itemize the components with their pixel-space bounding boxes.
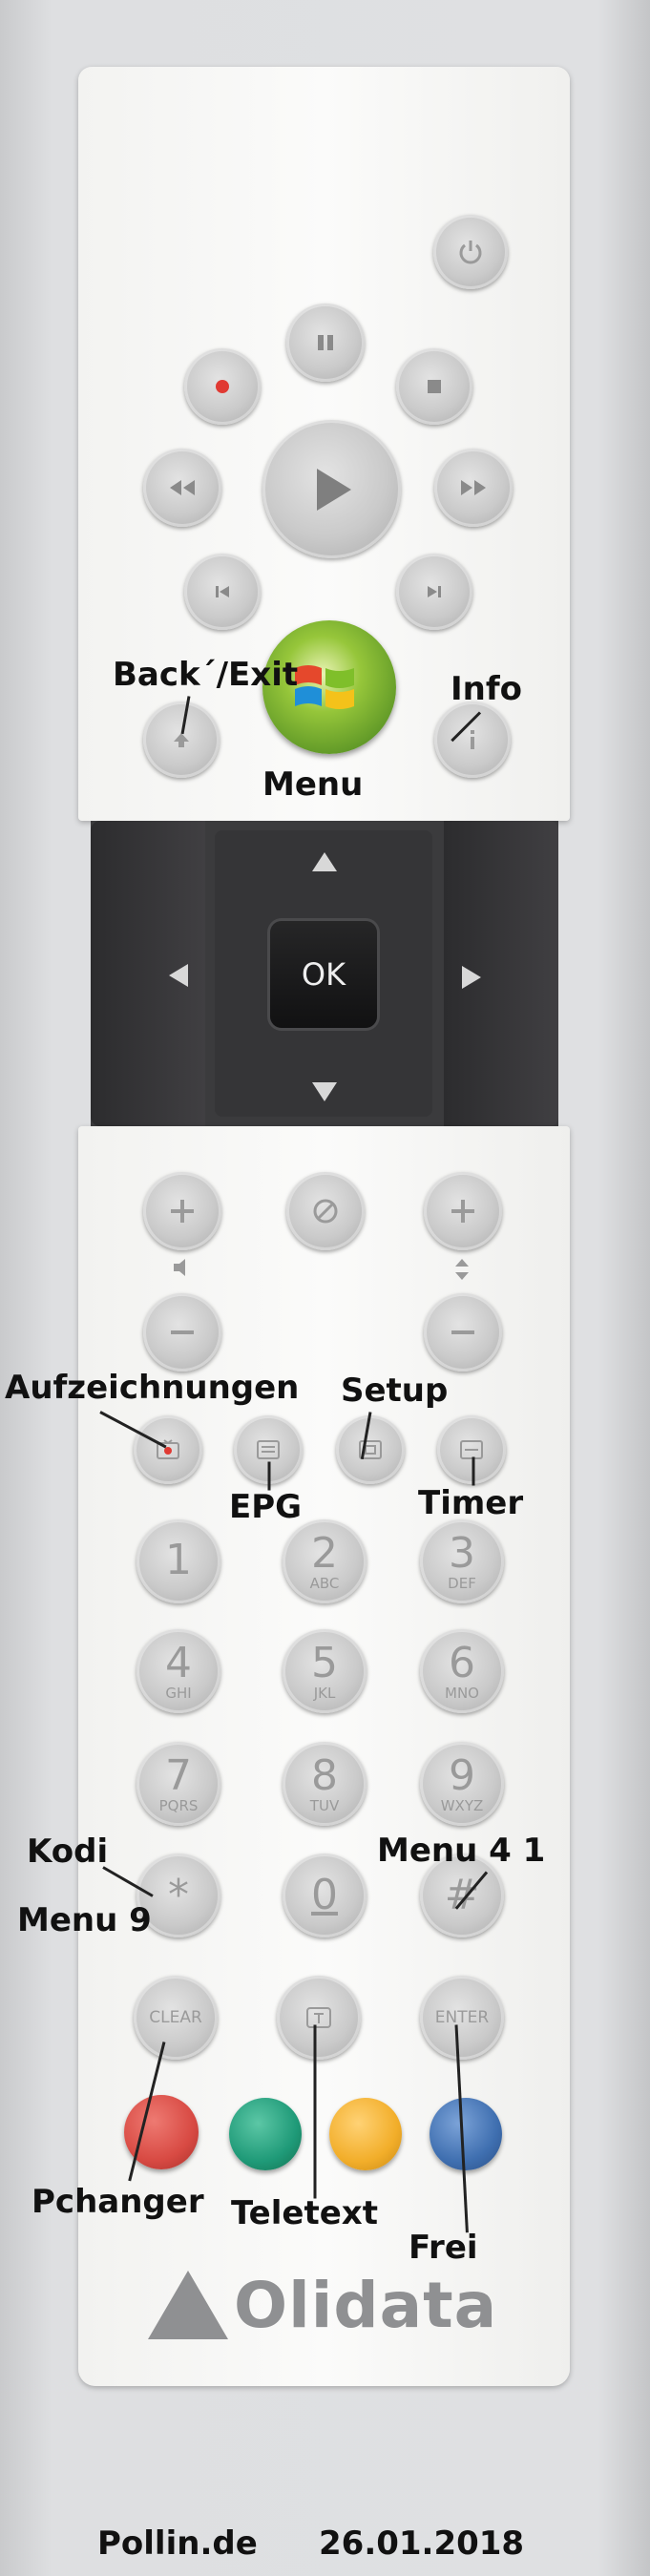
label-menu41: Menu 4 1 — [377, 1832, 546, 1870]
key-5[interactable]: 5 JKL — [283, 1629, 367, 1713]
pointer-teletext — [313, 2024, 317, 2199]
key-6[interactable]: 6 MNO — [420, 1629, 504, 1713]
olidata-triangle-icon — [148, 2271, 228, 2339]
setup-button[interactable] — [336, 1415, 405, 1484]
ok-button[interactable]: OK — [270, 921, 377, 1028]
label-setup: Setup — [341, 1372, 449, 1410]
channel-plus-button[interactable] — [424, 1172, 502, 1250]
pointer-timer — [472, 1456, 475, 1486]
label-back-exit: Back´/Exit — [113, 656, 299, 694]
key-7[interactable]: 7 PQRS — [136, 1742, 220, 1826]
channel-updown-icon — [453, 1258, 471, 1287]
olidata-logo: Olidata — [148, 2267, 497, 2343]
volume-minus-icon — [168, 1330, 197, 1335]
mute-button[interactable] — [286, 1172, 365, 1250]
skip-forward-icon — [426, 583, 443, 600]
play-button[interactable] — [262, 420, 401, 558]
enter-button[interactable]: ENTER — [420, 1976, 504, 2060]
power-icon — [456, 238, 485, 266]
info-button[interactable] — [434, 702, 511, 778]
key-9[interactable]: 9 WXYZ — [420, 1742, 504, 1826]
label-menu9: Menu 9 — [17, 1901, 152, 1939]
label-kodi: Kodi — [27, 1833, 109, 1871]
key-0[interactable]: 0 — [283, 1853, 367, 1937]
mute-icon — [311, 1197, 340, 1225]
label-menu: Menu — [262, 765, 364, 804]
rewind-button[interactable] — [143, 449, 221, 527]
blue-button[interactable] — [430, 2098, 502, 2170]
label-epg: EPG — [229, 1488, 303, 1526]
channel-minus-icon — [449, 1330, 477, 1335]
pause-button[interactable] — [286, 304, 365, 382]
teletext-icon — [305, 2006, 332, 2029]
fast-forward-button[interactable] — [434, 449, 513, 527]
key-1[interactable]: 1 — [136, 1519, 220, 1603]
skip-back-button[interactable] — [184, 554, 261, 630]
record-icon — [214, 378, 231, 395]
channel-plus-icon — [449, 1197, 477, 1225]
dpad-left-button[interactable] — [169, 964, 188, 987]
label-timer: Timer — [418, 1484, 524, 1522]
rewind-icon — [168, 478, 197, 497]
dpad-down-button[interactable] — [312, 1082, 337, 1101]
key-3[interactable]: 3 DEF — [420, 1519, 504, 1603]
play-icon — [311, 467, 353, 513]
green-button[interactable] — [229, 2098, 302, 2170]
dpad-up-button[interactable] — [312, 852, 337, 871]
stop-button[interactable] — [396, 348, 472, 425]
dpad-left-wing — [91, 821, 205, 1126]
pointer-epg — [267, 1461, 271, 1491]
record-button[interactable] — [184, 348, 261, 425]
volume-plus-button[interactable] — [143, 1172, 221, 1250]
windows-logo-icon — [295, 665, 354, 709]
pause-icon — [315, 332, 336, 353]
volume-minus-button[interactable] — [143, 1293, 221, 1372]
volume-plus-icon — [168, 1197, 197, 1225]
fast-forward-icon — [459, 478, 488, 497]
skip-forward-button[interactable] — [396, 554, 472, 630]
dpad-right-button[interactable] — [462, 966, 481, 989]
teletext-button[interactable] — [277, 1976, 361, 2060]
back-button[interactable] — [143, 702, 220, 778]
power-button[interactable] — [433, 215, 508, 289]
key-4[interactable]: 4 GHI — [136, 1629, 220, 1713]
label-info: Info — [451, 670, 523, 708]
label-frei: Frei — [409, 2229, 478, 2267]
key-8[interactable]: 8 TUV — [283, 1742, 367, 1826]
recordings-button[interactable] — [134, 1415, 202, 1484]
speaker-icon — [172, 1258, 193, 1283]
clear-button[interactable]: CLEAR — [134, 1976, 218, 2060]
guide-icon — [256, 1439, 281, 1460]
footer-source: Pollin.de — [97, 2524, 258, 2563]
channel-minus-button[interactable] — [424, 1293, 502, 1372]
info-icon — [468, 728, 477, 751]
key-2[interactable]: 2 ABC — [283, 1519, 367, 1603]
label-pchanger: Pchanger — [31, 2183, 204, 2221]
yellow-button[interactable] — [329, 2098, 402, 2170]
footer-date: 26.01.2018 — [319, 2524, 525, 2563]
stop-icon — [426, 378, 443, 395]
skip-back-icon — [214, 583, 231, 600]
label-aufzeichnungen: Aufzeichnungen — [5, 1369, 300, 1407]
label-teletext: Teletext — [231, 2194, 378, 2232]
dpad-right-wing — [444, 821, 558, 1126]
